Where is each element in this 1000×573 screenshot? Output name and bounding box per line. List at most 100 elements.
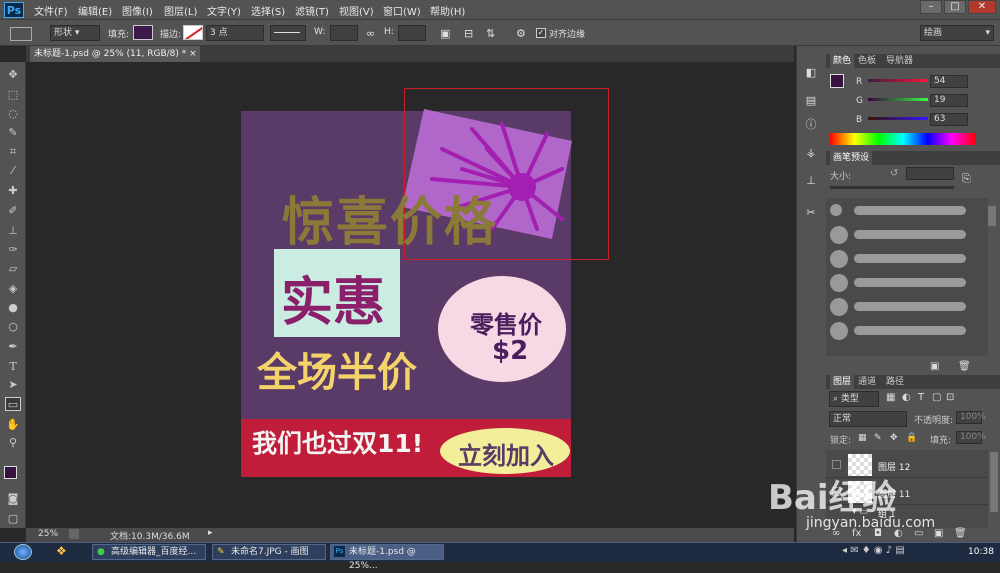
path-alignment-icon[interactable]: ⊟ xyxy=(464,27,473,40)
stroke-size-input[interactable]: 3 点 xyxy=(206,25,264,41)
height-input[interactable] xyxy=(398,25,426,41)
tab-layers[interactable]: 图层 xyxy=(830,375,855,389)
minimize-button[interactable]: – xyxy=(920,0,942,14)
filter-smart-icon[interactable]: ⊡ xyxy=(946,392,954,403)
brush-list-scrollbar[interactable] xyxy=(988,206,996,226)
new-brush-icon[interactable]: ▣ xyxy=(930,361,939,372)
taskbar-item-paint[interactable]: ✎ 未命名7.JPG - 画图 xyxy=(212,544,326,560)
color-spectrum-bar[interactable] xyxy=(830,133,976,145)
shape-tool-preset-icon[interactable] xyxy=(10,27,32,41)
tools-preset-icon[interactable]: ✂ xyxy=(803,206,819,220)
type-tool-icon[interactable]: T xyxy=(5,360,21,374)
reset-brush-icon[interactable]: ↺ xyxy=(890,168,898,179)
menu-view[interactable]: 视图(V) xyxy=(339,3,374,18)
blur-tool-icon[interactable]: ● xyxy=(5,301,21,315)
filter-adjustment-icon[interactable]: ◐ xyxy=(902,392,911,403)
hand-tool-icon[interactable]: ✋ xyxy=(5,418,21,432)
layer-fill-input[interactable]: 100% xyxy=(956,431,986,444)
delete-layer-icon[interactable]: 🗑 xyxy=(954,528,967,539)
character-panel-icon[interactable]: ⊥ xyxy=(803,174,819,188)
channel-g-value[interactable]: 19 xyxy=(930,94,968,107)
filter-shape-icon[interactable]: ▢ xyxy=(932,392,941,403)
tray-icons[interactable]: ◂ ✉ ♦ ◉ ♪ ▤ xyxy=(842,545,905,556)
channel-r-value[interactable]: 54 xyxy=(930,75,968,88)
stroke-type-select[interactable] xyxy=(270,25,306,41)
taskbar-item-browser[interactable]: ● 高级编辑器_百度经... xyxy=(92,544,206,560)
foreground-color-swatch[interactable] xyxy=(4,466,17,479)
channel-b-value[interactable]: 63 xyxy=(930,113,968,126)
menu-file[interactable]: 文件(F) xyxy=(34,3,68,18)
tab-navigator[interactable]: 导航器 xyxy=(886,54,913,68)
tab-paths[interactable]: 路径 xyxy=(886,375,904,389)
menu-image[interactable]: 图像(I) xyxy=(122,3,153,18)
sale-text[interactable]: 全场半价 xyxy=(257,340,417,398)
crop-tool-icon[interactable]: ⌗ xyxy=(5,145,21,159)
healing-brush-icon[interactable]: ✚ xyxy=(5,184,21,198)
paint-bucket-icon[interactable]: ◈ xyxy=(5,282,21,296)
channel-r-slider[interactable] xyxy=(868,79,928,82)
menu-window[interactable]: 窗口(W) xyxy=(383,3,421,18)
close-tab-icon[interactable]: × xyxy=(189,49,197,59)
actions-panel-icon[interactable]: ▤ xyxy=(803,94,819,108)
fill-swatch[interactable] xyxy=(133,25,153,40)
document-tab[interactable]: 未标题-1.psd @ 25% (11, RGB/8) * × xyxy=(30,46,200,62)
channel-g-slider[interactable] xyxy=(868,98,928,101)
menu-edit[interactable]: 编辑(E) xyxy=(78,3,112,18)
taskbar-item-photoshop[interactable]: Ps 未标题-1.psd @ 25%... xyxy=(330,544,444,571)
info-icon[interactable]: ⓘ xyxy=(803,116,819,131)
path-operations-icon[interactable]: ▣ xyxy=(440,27,450,40)
headline-text[interactable]: 惊喜价格 xyxy=(282,180,498,255)
brush-tool-icon[interactable]: ✐ xyxy=(5,204,21,218)
tab-color[interactable]: 颜色 xyxy=(830,54,855,68)
history-panel-icon[interactable]: ◧ xyxy=(803,66,819,80)
quick-mask-icon[interactable]: ◙ xyxy=(5,492,21,506)
layer-filter-select[interactable]: ⌕ 类型 xyxy=(829,391,879,407)
layers-scrollbar[interactable] xyxy=(990,452,998,512)
lasso-tool-icon[interactable]: ◌ xyxy=(5,107,21,121)
menu-help[interactable]: 帮助(H) xyxy=(430,3,465,18)
maximize-button[interactable]: □ xyxy=(944,0,966,14)
zoom-tool-icon[interactable]: ⚲ xyxy=(5,436,21,450)
dodge-tool-icon[interactable]: ○ xyxy=(5,320,21,334)
quick-select-tool-icon[interactable]: ✎ xyxy=(5,126,21,140)
clone-stamp-icon[interactable]: ⊥ xyxy=(5,224,21,238)
menu-layer[interactable]: 图层(L) xyxy=(164,3,197,18)
eyedropper-tool-icon[interactable]: ⁄ xyxy=(5,164,21,178)
menu-select[interactable]: 选择(S) xyxy=(251,3,285,18)
pen-tool-icon[interactable]: ✒ xyxy=(5,340,21,354)
rectangle-tool-icon[interactable]: ▭ xyxy=(5,397,21,411)
shape-mode-select[interactable]: 形状 ▾ xyxy=(50,25,100,41)
status-menu-arrow-icon[interactable]: ▸ xyxy=(208,528,213,538)
width-input[interactable] xyxy=(330,25,358,41)
lock-transparency-icon[interactable]: ▦ xyxy=(858,433,867,443)
screen-mode-icon[interactable]: ▢ xyxy=(5,512,21,526)
brush-panel-icon[interactable]: ⚶ xyxy=(803,146,819,160)
delete-brush-icon[interactable]: 🗑 xyxy=(958,361,971,372)
lock-position-icon[interactable]: ✥ xyxy=(890,433,898,443)
filter-pixel-icon[interactable]: ▦ xyxy=(886,392,895,403)
cta-text[interactable]: 立刻加入 xyxy=(458,436,554,471)
tab-swatches[interactable]: 色板 xyxy=(858,54,876,68)
color-foreground-swatch[interactable] xyxy=(830,74,844,88)
lock-all-icon[interactable]: 🔒 xyxy=(906,433,917,443)
filter-type-icon[interactable]: T xyxy=(918,392,924,403)
eraser-tool-icon[interactable]: ▱ xyxy=(5,262,21,276)
blend-mode-select[interactable]: 正常 xyxy=(829,411,907,427)
badge-text[interactable]: 实惠 xyxy=(281,260,385,335)
link-icon[interactable]: ∞ xyxy=(366,27,375,40)
visibility-toggle[interactable] xyxy=(832,460,841,469)
channel-b-slider[interactable] xyxy=(868,117,928,120)
opacity-input[interactable]: 100% xyxy=(956,411,986,424)
move-tool-icon[interactable]: ✥ xyxy=(5,68,21,82)
stroke-none-swatch[interactable] xyxy=(183,25,203,40)
tab-channels[interactable]: 通道 xyxy=(858,375,876,389)
zoom-level[interactable]: 25% xyxy=(38,529,58,539)
menu-type[interactable]: 文字(Y) xyxy=(207,3,241,18)
gear-icon[interactable]: ⚙ xyxy=(516,27,526,40)
start-button[interactable] xyxy=(14,544,32,560)
path-arrangement-icon[interactable]: ⇅ xyxy=(486,27,495,40)
brush-panel-toggle-icon[interactable]: ⎘ xyxy=(962,172,971,186)
brush-size-input[interactable] xyxy=(906,167,954,180)
new-layer-icon[interactable]: ▣ xyxy=(934,528,943,539)
quick-launch-icon[interactable]: ❖ xyxy=(56,544,72,560)
